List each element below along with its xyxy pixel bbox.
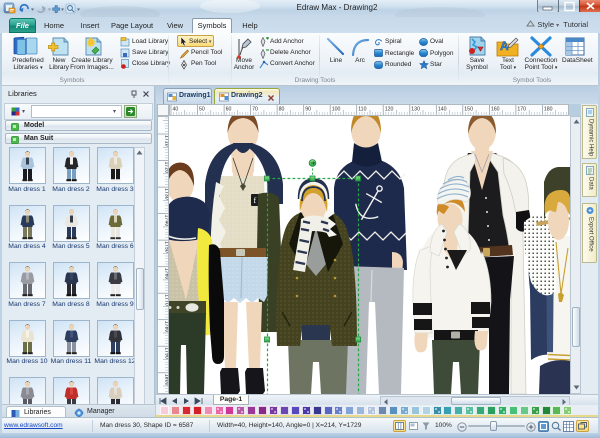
svg-text:110: 110: [358, 107, 366, 113]
svg-text:60: 60: [226, 107, 232, 113]
svg-text:90: 90: [305, 107, 311, 113]
svg-text:1790: 1790: [163, 347, 168, 359]
svg-text:1730: 1730: [163, 188, 168, 200]
svg-text:150: 150: [464, 107, 473, 113]
svg-text:1760: 1760: [163, 268, 168, 280]
svg-text:40: 40: [173, 107, 179, 113]
svg-text:1800: 1800: [163, 374, 168, 386]
svg-text:1780: 1780: [163, 321, 168, 333]
svg-text:130: 130: [411, 107, 420, 113]
svg-text:50: 50: [199, 107, 205, 113]
svg-text:100: 100: [332, 107, 341, 113]
svg-text:180: 180: [544, 107, 553, 113]
svg-text:160: 160: [491, 107, 500, 113]
svg-text:1710: 1710: [163, 135, 168, 147]
svg-text:120: 120: [385, 107, 394, 113]
svg-text:80: 80: [279, 107, 285, 113]
svg-text:140: 140: [438, 107, 447, 113]
svg-text:f: f: [254, 196, 257, 205]
svg-text:A: A: [500, 39, 509, 53]
svg-text:1740: 1740: [163, 215, 168, 227]
svg-text:170: 170: [517, 107, 526, 113]
svg-text:1750: 1750: [163, 241, 168, 253]
svg-text:1770: 1770: [163, 294, 168, 306]
svg-text:70: 70: [252, 107, 258, 113]
svg-text:1720: 1720: [163, 162, 168, 174]
